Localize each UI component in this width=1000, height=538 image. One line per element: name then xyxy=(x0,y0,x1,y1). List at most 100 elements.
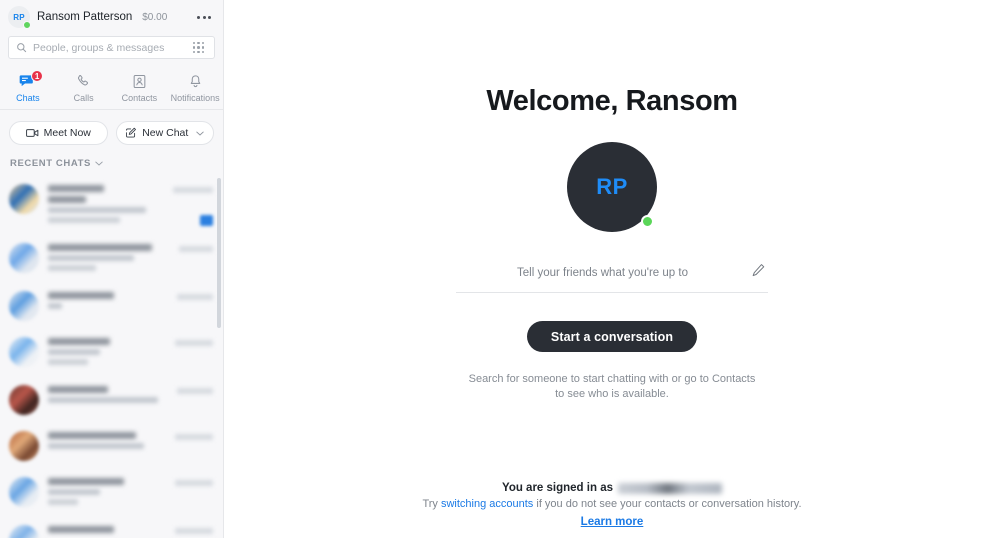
chat-avatar xyxy=(9,184,39,214)
redacted-text xyxy=(48,292,114,299)
chat-timestamp xyxy=(175,528,213,534)
chat-timestamp xyxy=(173,187,213,193)
more-options-icon[interactable] xyxy=(193,10,215,25)
signed-in-label: You are signed in as xyxy=(502,482,613,494)
page-title: Welcome, Ransom xyxy=(486,85,738,117)
redacted-text xyxy=(48,255,134,261)
chat-preview xyxy=(48,385,168,407)
tab-chats-label: Chats xyxy=(16,93,40,103)
video-camera-icon xyxy=(25,129,38,137)
switch-accounts-row: Try switching accounts if you do not see… xyxy=(422,498,801,510)
redacted-text xyxy=(48,338,110,345)
chat-list-item[interactable] xyxy=(0,423,223,469)
chat-avatar xyxy=(9,525,39,538)
chat-preview xyxy=(48,184,164,227)
tab-contacts[interactable]: Contacts xyxy=(112,67,168,109)
meet-now-label: Meet Now xyxy=(43,127,91,139)
sidebar-action-buttons: Meet Now New Chat xyxy=(0,110,223,154)
sidebar: RP Ransom Patterson $0.00 People, groups… xyxy=(0,0,224,538)
redacted-text xyxy=(48,489,100,495)
user-name[interactable]: Ransom Patterson xyxy=(37,11,132,23)
chat-icon: 1 xyxy=(19,70,44,90)
chat-timestamp xyxy=(179,246,213,252)
try-prefix: Try xyxy=(422,498,441,510)
search-input[interactable] xyxy=(33,41,184,54)
redacted-text xyxy=(48,526,114,533)
compose-icon xyxy=(126,127,137,138)
main-panel: Welcome, Ransom RP Tell your friends wha… xyxy=(224,0,1000,538)
mood-message-placeholder: Tell your friends what you're up to xyxy=(517,267,688,279)
signed-in-account-redacted xyxy=(618,482,722,494)
redacted-text xyxy=(48,303,62,309)
redacted-text xyxy=(48,217,120,223)
switching-accounts-link[interactable]: switching accounts xyxy=(441,498,533,510)
user-avatar[interactable]: RP xyxy=(8,6,31,29)
redacted-text xyxy=(48,244,152,251)
pencil-icon[interactable] xyxy=(749,263,768,283)
recent-chats-label: RECENT CHATS xyxy=(10,158,91,169)
redacted-text xyxy=(48,349,100,355)
chat-list-item[interactable] xyxy=(0,377,223,423)
redacted-text xyxy=(48,196,86,203)
profile-avatar[interactable]: RP xyxy=(567,142,657,232)
chat-avatar xyxy=(9,291,39,321)
dialpad-icon[interactable] xyxy=(190,39,208,57)
redacted-text xyxy=(48,185,104,192)
tab-calls-label: Calls xyxy=(73,93,94,103)
recent-chats-header[interactable]: RECENT CHATS xyxy=(0,154,223,176)
chat-list-item[interactable] xyxy=(0,283,223,329)
chat-list-item[interactable] xyxy=(0,517,223,538)
chat-avatar xyxy=(9,337,39,367)
phone-icon xyxy=(76,73,91,90)
chat-timestamp xyxy=(177,294,213,300)
chat-list-item[interactable] xyxy=(0,469,223,517)
start-conversation-button[interactable]: Start a conversation xyxy=(526,321,698,352)
search-box[interactable] xyxy=(8,36,215,59)
presence-online-icon xyxy=(23,21,31,29)
footer: You are signed in as Try switching accou… xyxy=(224,482,1000,528)
chat-timestamp xyxy=(175,340,213,346)
redacted-text xyxy=(48,265,96,271)
chat-preview xyxy=(48,337,166,369)
chat-preview xyxy=(48,477,166,509)
mood-message-row[interactable]: Tell your friends what you're up to xyxy=(456,263,768,293)
tab-calls[interactable]: Calls xyxy=(56,67,112,109)
presence-online-icon xyxy=(641,215,654,228)
tab-notifications-label: Notifications xyxy=(170,93,220,103)
chat-avatar xyxy=(9,385,39,415)
chat-list-scrollbar[interactable] xyxy=(217,176,221,538)
unread-indicator xyxy=(200,215,213,226)
search-row xyxy=(0,34,223,65)
chat-timestamp xyxy=(175,480,213,486)
chat-list-item[interactable] xyxy=(0,329,223,377)
chat-preview xyxy=(48,525,166,537)
chat-list-item[interactable] xyxy=(0,235,223,283)
new-chat-label: New Chat xyxy=(142,127,189,139)
chat-preview xyxy=(48,291,168,313)
chat-list-item[interactable] xyxy=(0,176,223,235)
chat-preview xyxy=(48,243,170,275)
skype-credit-balance[interactable]: $0.00 xyxy=(142,12,167,23)
chevron-down-icon xyxy=(196,131,204,136)
sidebar-tabs: 1 Chats Calls Contacts Notifications xyxy=(0,65,223,110)
redacted-text xyxy=(48,478,124,485)
bell-icon xyxy=(188,73,203,90)
tab-notifications[interactable]: Notifications xyxy=(167,67,223,109)
chevron-down-icon xyxy=(95,161,103,166)
chat-avatar xyxy=(9,431,39,461)
redacted-text xyxy=(48,432,136,439)
chats-unread-badge: 1 xyxy=(30,70,44,82)
chat-list-scroll-thumb[interactable] xyxy=(217,178,221,328)
chat-avatar xyxy=(9,243,39,273)
recent-chats-list[interactable] xyxy=(0,176,223,538)
tab-chats[interactable]: 1 Chats xyxy=(0,67,56,109)
skype-window: RP Ransom Patterson $0.00 People, groups… xyxy=(0,0,1000,538)
learn-more-link[interactable]: Learn more xyxy=(581,516,644,528)
redacted-text xyxy=(48,499,78,505)
redacted-text xyxy=(48,207,146,213)
new-chat-button[interactable]: New Chat xyxy=(115,121,214,145)
signed-in-row: You are signed in as xyxy=(502,482,722,494)
chat-timestamp xyxy=(177,388,213,394)
tab-contacts-label: Contacts xyxy=(121,93,158,103)
meet-now-button[interactable]: Meet Now xyxy=(9,121,108,145)
